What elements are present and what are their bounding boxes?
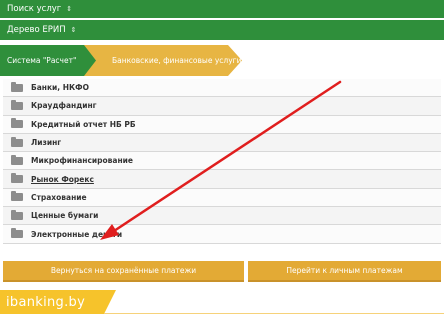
list-item-label: Банки, НКФО [31, 83, 89, 93]
list-item[interactable]: Страхование [3, 188, 441, 208]
breadcrumb: Система "Расчет" Банковские, финансовые … [0, 45, 444, 76]
breadcrumb-item-system[interactable]: Система "Расчет" [0, 45, 96, 76]
list-item-label: Электронные деньги [31, 229, 123, 239]
erip-tree-bar[interactable]: Дерево ЕРИП ⇕ [0, 20, 444, 40]
list-item-label: Кредитный отчет НБ РБ [31, 119, 136, 129]
list-item-label: Ценные бумаги [31, 211, 99, 221]
list-item-label: Краудфандинг [31, 101, 97, 111]
list-item[interactable]: Лизинг [3, 133, 441, 153]
folder-icon [11, 209, 23, 220]
caret-updown-icon: ⇕ [66, 5, 73, 13]
list-item[interactable]: Кредитный отчет НБ РБ [3, 115, 441, 134]
category-list: Банки, НКФО Краудфандинг Кредитный отчет… [3, 79, 441, 244]
folder-icon [11, 228, 23, 239]
go-to-personal-payments-button[interactable]: Перейти к личным платежам [248, 261, 441, 282]
breadcrumb-item-finance[interactable]: Банковские, финансовые услуги [80, 45, 242, 76]
folder-icon [11, 154, 23, 165]
search-services-label: Поиск услуг [7, 4, 62, 14]
erip-tree-label: Дерево ЕРИП [7, 25, 66, 35]
list-item-label: Микрофинансирование [31, 156, 134, 166]
breadcrumb-label: Банковские, финансовые услуги [112, 56, 242, 65]
search-services-bar[interactable]: Поиск услуг ⇕ [0, 0, 444, 18]
list-item-label: Страхование [31, 192, 87, 202]
list-item[interactable]: Электронные деньги [3, 225, 441, 244]
list-item[interactable]: Банки, НКФО [3, 79, 441, 98]
watermark-divider [104, 313, 444, 314]
folder-icon [11, 99, 23, 110]
breadcrumb-label: Система "Расчет" [7, 56, 77, 65]
list-item[interactable]: Рынок Форекс [3, 170, 441, 189]
folder-icon [11, 81, 23, 92]
list-item-label: Лизинг [31, 138, 62, 148]
folder-icon [11, 118, 23, 129]
list-item[interactable]: Краудфандинг [3, 97, 441, 116]
watermark-logo: ibanking.by [0, 290, 116, 314]
folder-icon [11, 173, 23, 184]
folder-icon [11, 136, 23, 147]
caret-updown-icon: ⇕ [70, 26, 77, 34]
list-item[interactable]: Микрофинансирование [3, 152, 441, 171]
folder-icon [11, 191, 23, 202]
return-to-saved-payments-button[interactable]: Вернуться на сохранённые платежи [3, 261, 244, 282]
list-item[interactable]: Ценные бумаги [3, 207, 441, 226]
list-item-label: Рынок Форекс [31, 174, 94, 184]
